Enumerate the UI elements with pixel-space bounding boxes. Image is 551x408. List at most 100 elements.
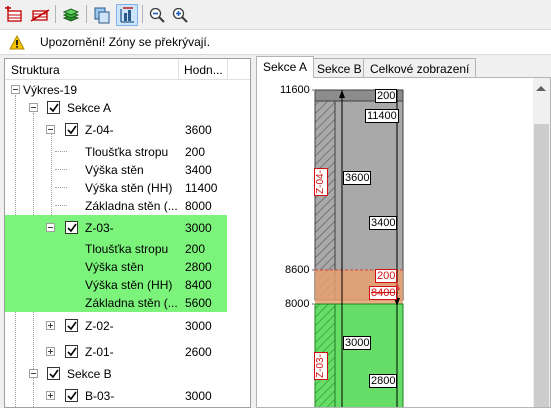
property-value: 2800: [185, 260, 212, 274]
elevation-label: 8000: [285, 298, 310, 310]
property-value: 200: [185, 145, 206, 159]
tab-section-a[interactable]: Sekce A: [256, 56, 315, 78]
property-label: Tloušťka stropu: [85, 242, 169, 256]
property-value: 11400: [185, 181, 218, 195]
dimension-label: 3600: [343, 171, 372, 185]
dimension-label: 3000: [343, 336, 372, 350]
vertical-scrollbar[interactable]: [533, 78, 550, 407]
checkbox[interactable]: [65, 319, 78, 332]
tree-property[interactable]: Základna stěn (... 8000: [5, 197, 250, 215]
copy-icon[interactable]: [91, 4, 113, 26]
section-view: 11600 8600 8000 Z-04- Z-03- 200 11400 36…: [256, 77, 551, 408]
property-label: Výška stěn (HH): [85, 181, 173, 195]
warning-bar: Upozornění! Zóny se překrývají.: [0, 29, 551, 55]
tab-overall-view[interactable]: Celkové zobrazení: [363, 58, 477, 78]
property-value: 8400: [185, 278, 212, 292]
toolbar-separator: [86, 5, 87, 23]
collapse-icon[interactable]: [46, 223, 55, 232]
property-label: Základna stěn (...: [85, 296, 178, 310]
property-label: Výška stěn: [85, 260, 144, 274]
checkbox[interactable]: [65, 123, 78, 136]
tree-node-value: 3000: [185, 221, 212, 235]
tree-node-label: Z-04-: [85, 123, 114, 137]
tree-node-zone-selected[interactable]: Z-03- 3000: [5, 219, 250, 237]
dimension-label: 8400: [369, 286, 398, 300]
warning-icon: [9, 34, 25, 53]
elevation-label: 8600: [285, 264, 310, 276]
checkbox[interactable]: [65, 221, 78, 234]
checkbox[interactable]: [65, 345, 78, 358]
tree-node-zone[interactable]: Z-01- 2600: [5, 343, 250, 361]
tree-node-label: Výkres-19: [23, 83, 78, 97]
dimension-label: 200: [375, 269, 398, 283]
zone-label-upper: Z-04-: [314, 168, 328, 196]
view-tabs: Sekce A Sekce B Celkové zobrazení: [256, 56, 551, 78]
structure-tree: Struktura Hodn... Výkres-19 Sekce A Z-04…: [4, 58, 251, 408]
dimension-label: 200: [375, 89, 398, 103]
tab-section-b[interactable]: Sekce B: [310, 58, 369, 78]
section-view-icon[interactable]: [116, 4, 138, 26]
tree-header: Struktura Hodn...: [5, 59, 250, 80]
property-value: 8000: [185, 199, 212, 213]
scrollbar-thumb[interactable]: [534, 124, 549, 407]
zone-lower[interactable]: [334, 303, 404, 408]
column-header-structure[interactable]: Struktura: [11, 63, 60, 77]
tree-node-label: Z-01-: [85, 345, 114, 359]
tree-node-label: B-03-: [85, 389, 115, 403]
expand-icon[interactable]: [46, 347, 55, 356]
property-label: Výška stěn (HH): [85, 278, 173, 292]
tree-node-value: 3600: [185, 123, 212, 137]
tree-property[interactable]: Výška stěn (HH) 11400: [5, 179, 250, 197]
tree-property[interactable]: Výška stěn (HH) 8400: [5, 276, 250, 294]
dimension-label: 2800: [369, 374, 398, 388]
section-drawing: [312, 89, 404, 408]
tree-node-label: Sekce A: [67, 101, 112, 115]
checkbox[interactable]: [47, 101, 60, 114]
property-label: Základna stěn (...: [85, 199, 178, 213]
expand-icon[interactable]: [46, 321, 55, 330]
tree-node-label: Z-02-: [85, 319, 114, 333]
column-header-value[interactable]: Hodn...: [184, 63, 223, 77]
tree-property[interactable]: Tloušťka stropu 200: [5, 143, 250, 161]
collapse-icon[interactable]: [11, 85, 20, 94]
tree-node-value: 2600: [185, 345, 212, 359]
add-zone-icon[interactable]: [3, 4, 25, 26]
tree-node-value: 3000: [185, 319, 212, 333]
expand-icon[interactable]: [46, 391, 55, 400]
scroll-up-icon[interactable]: [536, 86, 546, 91]
tree-node-label: Z-03-: [85, 221, 114, 235]
dimension-label: 11400: [365, 109, 399, 123]
property-value: 200: [185, 242, 206, 256]
tree-node-zone[interactable]: B-03- 3000: [5, 387, 250, 405]
tree-property[interactable]: Výška stěn 2800: [5, 258, 250, 276]
elevation-label: 11600: [280, 84, 310, 96]
checkbox[interactable]: [47, 367, 60, 380]
warning-message: Upozornění! Zóny se překrývají.: [40, 35, 211, 49]
zoom-out-icon[interactable]: [146, 4, 168, 26]
tree-node-section[interactable]: Sekce A: [5, 99, 250, 117]
property-value: 5600: [185, 296, 212, 310]
collapse-icon[interactable]: [46, 125, 55, 134]
zone-label-lower: Z-03-: [314, 352, 328, 380]
collapse-icon[interactable]: [29, 369, 38, 378]
layers-icon[interactable]: [60, 4, 82, 26]
toolbar-separator: [55, 5, 56, 23]
dimension-label: 3400: [369, 216, 398, 230]
tree-node-zone[interactable]: Z-02- 3000: [5, 317, 250, 335]
property-label: Tloušťka stropu: [85, 145, 169, 159]
tree-node-section[interactable]: Sekce B: [5, 365, 250, 383]
toolbar-separator: [142, 5, 143, 23]
checkbox[interactable]: [65, 389, 78, 402]
property-label: Výška stěn: [85, 163, 144, 177]
toolbar: [0, 0, 551, 29]
tree-property[interactable]: Výška stěn 3400: [5, 161, 250, 179]
tree-node-zone[interactable]: Z-04- 3600: [5, 121, 250, 139]
collapse-icon[interactable]: [29, 103, 38, 112]
delete-zone-icon[interactable]: [29, 4, 51, 26]
tree-node-drawing[interactable]: Výkres-19: [5, 81, 250, 99]
tree-property[interactable]: Základna stěn (... 5600: [5, 294, 250, 312]
app-window: Upozornění! Zóny se překrývají. Struktur…: [0, 0, 551, 408]
tree-property[interactable]: Tloušťka stropu 200: [5, 240, 250, 258]
tree-node-value: 3000: [185, 389, 212, 403]
zoom-in-icon[interactable]: [169, 4, 191, 26]
